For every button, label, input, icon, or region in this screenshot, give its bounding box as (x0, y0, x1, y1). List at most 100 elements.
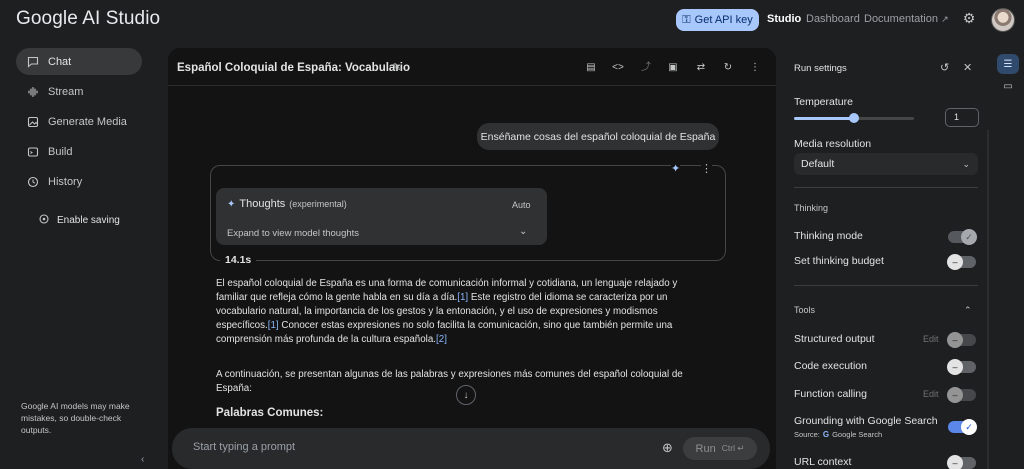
thinking-budget-toggle[interactable]: – (947, 254, 976, 270)
slider-thumb[interactable] (849, 113, 859, 123)
temperature-slider[interactable] (794, 113, 914, 123)
waveform-icon (27, 86, 39, 98)
thoughts-panel[interactable]: ✦ Thoughts (experimental) Auto Expand to… (216, 188, 547, 245)
thinking-budget-label: Set thinking budget (794, 255, 884, 267)
function-calling-toggle[interactable]: – (947, 387, 976, 403)
settings-gear-icon[interactable]: ⚙ (962, 11, 976, 25)
run-label: Run (695, 442, 716, 455)
run-button[interactable]: Run Ctrl ↵ (683, 437, 757, 460)
thoughts-tag: (experimental) (289, 199, 347, 209)
studio-link[interactable]: Studio (767, 13, 801, 25)
history-icon (27, 176, 39, 188)
more-options-icon[interactable]: ⋮ (748, 61, 762, 75)
avatar[interactable] (991, 8, 1015, 32)
share-icon[interactable]: ⤴ (639, 61, 653, 75)
thinking-mode-label: Thinking mode (794, 230, 863, 242)
run-settings-title: Run settings (794, 63, 847, 74)
expand-thoughts-label[interactable]: Expand to view model thoughts (227, 228, 359, 239)
get-api-key-button[interactable]: ⚿ Get API key (676, 9, 759, 31)
sidebar-item-build[interactable]: Build (16, 138, 142, 165)
citation-link[interactable]: [1] (268, 320, 279, 331)
edit-title-icon[interactable]: ✎ (392, 61, 401, 74)
key-icon: ⚿ (682, 13, 691, 26)
sidebar-item-chat[interactable]: Chat (16, 48, 142, 75)
thinking-mode-toggle[interactable]: ✓ (948, 229, 977, 245)
structured-output-edit[interactable]: Edit (923, 334, 939, 344)
clipboard-icon[interactable]: ▤ (584, 61, 598, 75)
chevron-down-icon[interactable]: ⌄ (519, 226, 527, 237)
top-bar: Google AI Studio ⚿ Get API key Studio Da… (0, 0, 1024, 40)
structured-output-label: Structured output (794, 333, 875, 345)
minus-icon: – (947, 455, 963, 469)
function-calling-label: Function calling (794, 388, 867, 400)
citation-link[interactable]: [1] (457, 292, 468, 303)
scroll-down-button[interactable]: ↓ (456, 385, 476, 405)
message-options-icon[interactable]: ⋮ (701, 162, 712, 175)
documentation-link[interactable]: Documentation ↗ (864, 13, 949, 25)
get-api-key-label: Get API key (694, 14, 753, 26)
run-shortcut: Ctrl ↵ (721, 443, 745, 453)
source-label: Source: (794, 430, 820, 439)
thoughts-mode: Auto (512, 200, 531, 210)
compare-icon[interactable]: ⇄ (694, 61, 708, 75)
grounding-toggle[interactable]: ✓ (948, 419, 977, 435)
tools-section-title: Tools (794, 305, 816, 315)
thoughts-title: Thoughts (239, 198, 286, 210)
temperature-input[interactable]: 1 (945, 108, 979, 127)
sidebar-item-label: Generate Media (48, 115, 127, 128)
app-logo[interactable]: Google AI Studio (16, 8, 160, 30)
code-icon[interactable]: <> (611, 61, 625, 75)
chat-header: Español Coloquial de España: Vocabulario… (168, 48, 776, 86)
slider-fill (794, 117, 854, 120)
save-icon[interactable]: ▣ (666, 61, 680, 75)
response-paragraph: El español coloquial de España es una fo… (216, 277, 706, 347)
chat-icon (27, 56, 39, 68)
media-resolution-label: Media resolution (794, 138, 872, 150)
sparkle-icon: ✦ (227, 198, 236, 210)
sidebar: Chat Stream Generate Media Build History… (0, 40, 158, 469)
chevron-up-icon[interactable]: ⌃ (964, 305, 972, 316)
refresh-icon[interactable]: ↻ (721, 61, 735, 75)
external-link-icon: ↗ (941, 14, 949, 24)
sidebar-item-label: History (48, 175, 83, 188)
minus-icon: – (947, 387, 963, 403)
run-settings-panel: Run settings ↺ ✕ Temperature 1 Media res… (786, 48, 990, 469)
structured-output-toggle[interactable]: – (947, 332, 976, 348)
url-context-label: URL context (794, 456, 852, 468)
check-icon: ✓ (961, 419, 977, 435)
check-icon: ✓ (961, 229, 977, 245)
close-icon[interactable]: ✕ (963, 61, 972, 74)
url-context-toggle[interactable]: – (947, 455, 976, 469)
code-execution-label: Code execution (794, 360, 867, 372)
dashboard-link[interactable]: Dashboard (806, 13, 860, 25)
enable-saving-label: Enable saving (57, 215, 120, 226)
collapse-sidebar-icon[interactable]: ‹ (141, 454, 144, 465)
code-execution-toggle[interactable]: – (947, 359, 976, 375)
prompt-input[interactable]: Start typing a prompt (193, 441, 295, 453)
reset-icon[interactable]: ↺ (940, 61, 949, 74)
citation-link[interactable]: [2] (436, 334, 447, 345)
thoughts-heading: ✦ Thoughts (experimental) (227, 198, 347, 210)
chevron-down-icon: ⌄ (962, 159, 970, 169)
thinking-section-title: Thinking (794, 203, 829, 213)
sidebar-item-label: Stream (48, 85, 84, 98)
sidebar-item-generate-media[interactable]: Generate Media (16, 108, 142, 135)
media-resolution-select[interactable]: Default ⌄ (794, 153, 978, 175)
documentation-label: Documentation (864, 13, 938, 25)
disclaimer-note: Google AI models may make mistakes, so d… (21, 401, 130, 435)
tune-icon[interactable]: ☰ (997, 54, 1019, 74)
user-message: Enséñame cosas del español coloquial de … (477, 123, 719, 150)
settings-scrollbar[interactable] (987, 130, 989, 469)
minus-icon: – (947, 254, 963, 270)
sparkle-icon: ✦ (671, 162, 681, 175)
media-icon (27, 116, 39, 128)
function-calling-edit[interactable]: Edit (923, 389, 939, 399)
sidebar-item-history[interactable]: History (16, 168, 142, 195)
enable-saving-button[interactable]: Enable saving (38, 213, 120, 228)
sidebar-item-stream[interactable]: Stream (16, 78, 142, 105)
minus-icon: – (947, 332, 963, 348)
elapsed-time: 14.1s (220, 254, 257, 266)
response-heading: Palabras Comunes: (216, 407, 324, 419)
add-attachment-icon[interactable]: ⊕ (662, 440, 673, 456)
panel-icon[interactable]: ▭ (997, 76, 1019, 96)
